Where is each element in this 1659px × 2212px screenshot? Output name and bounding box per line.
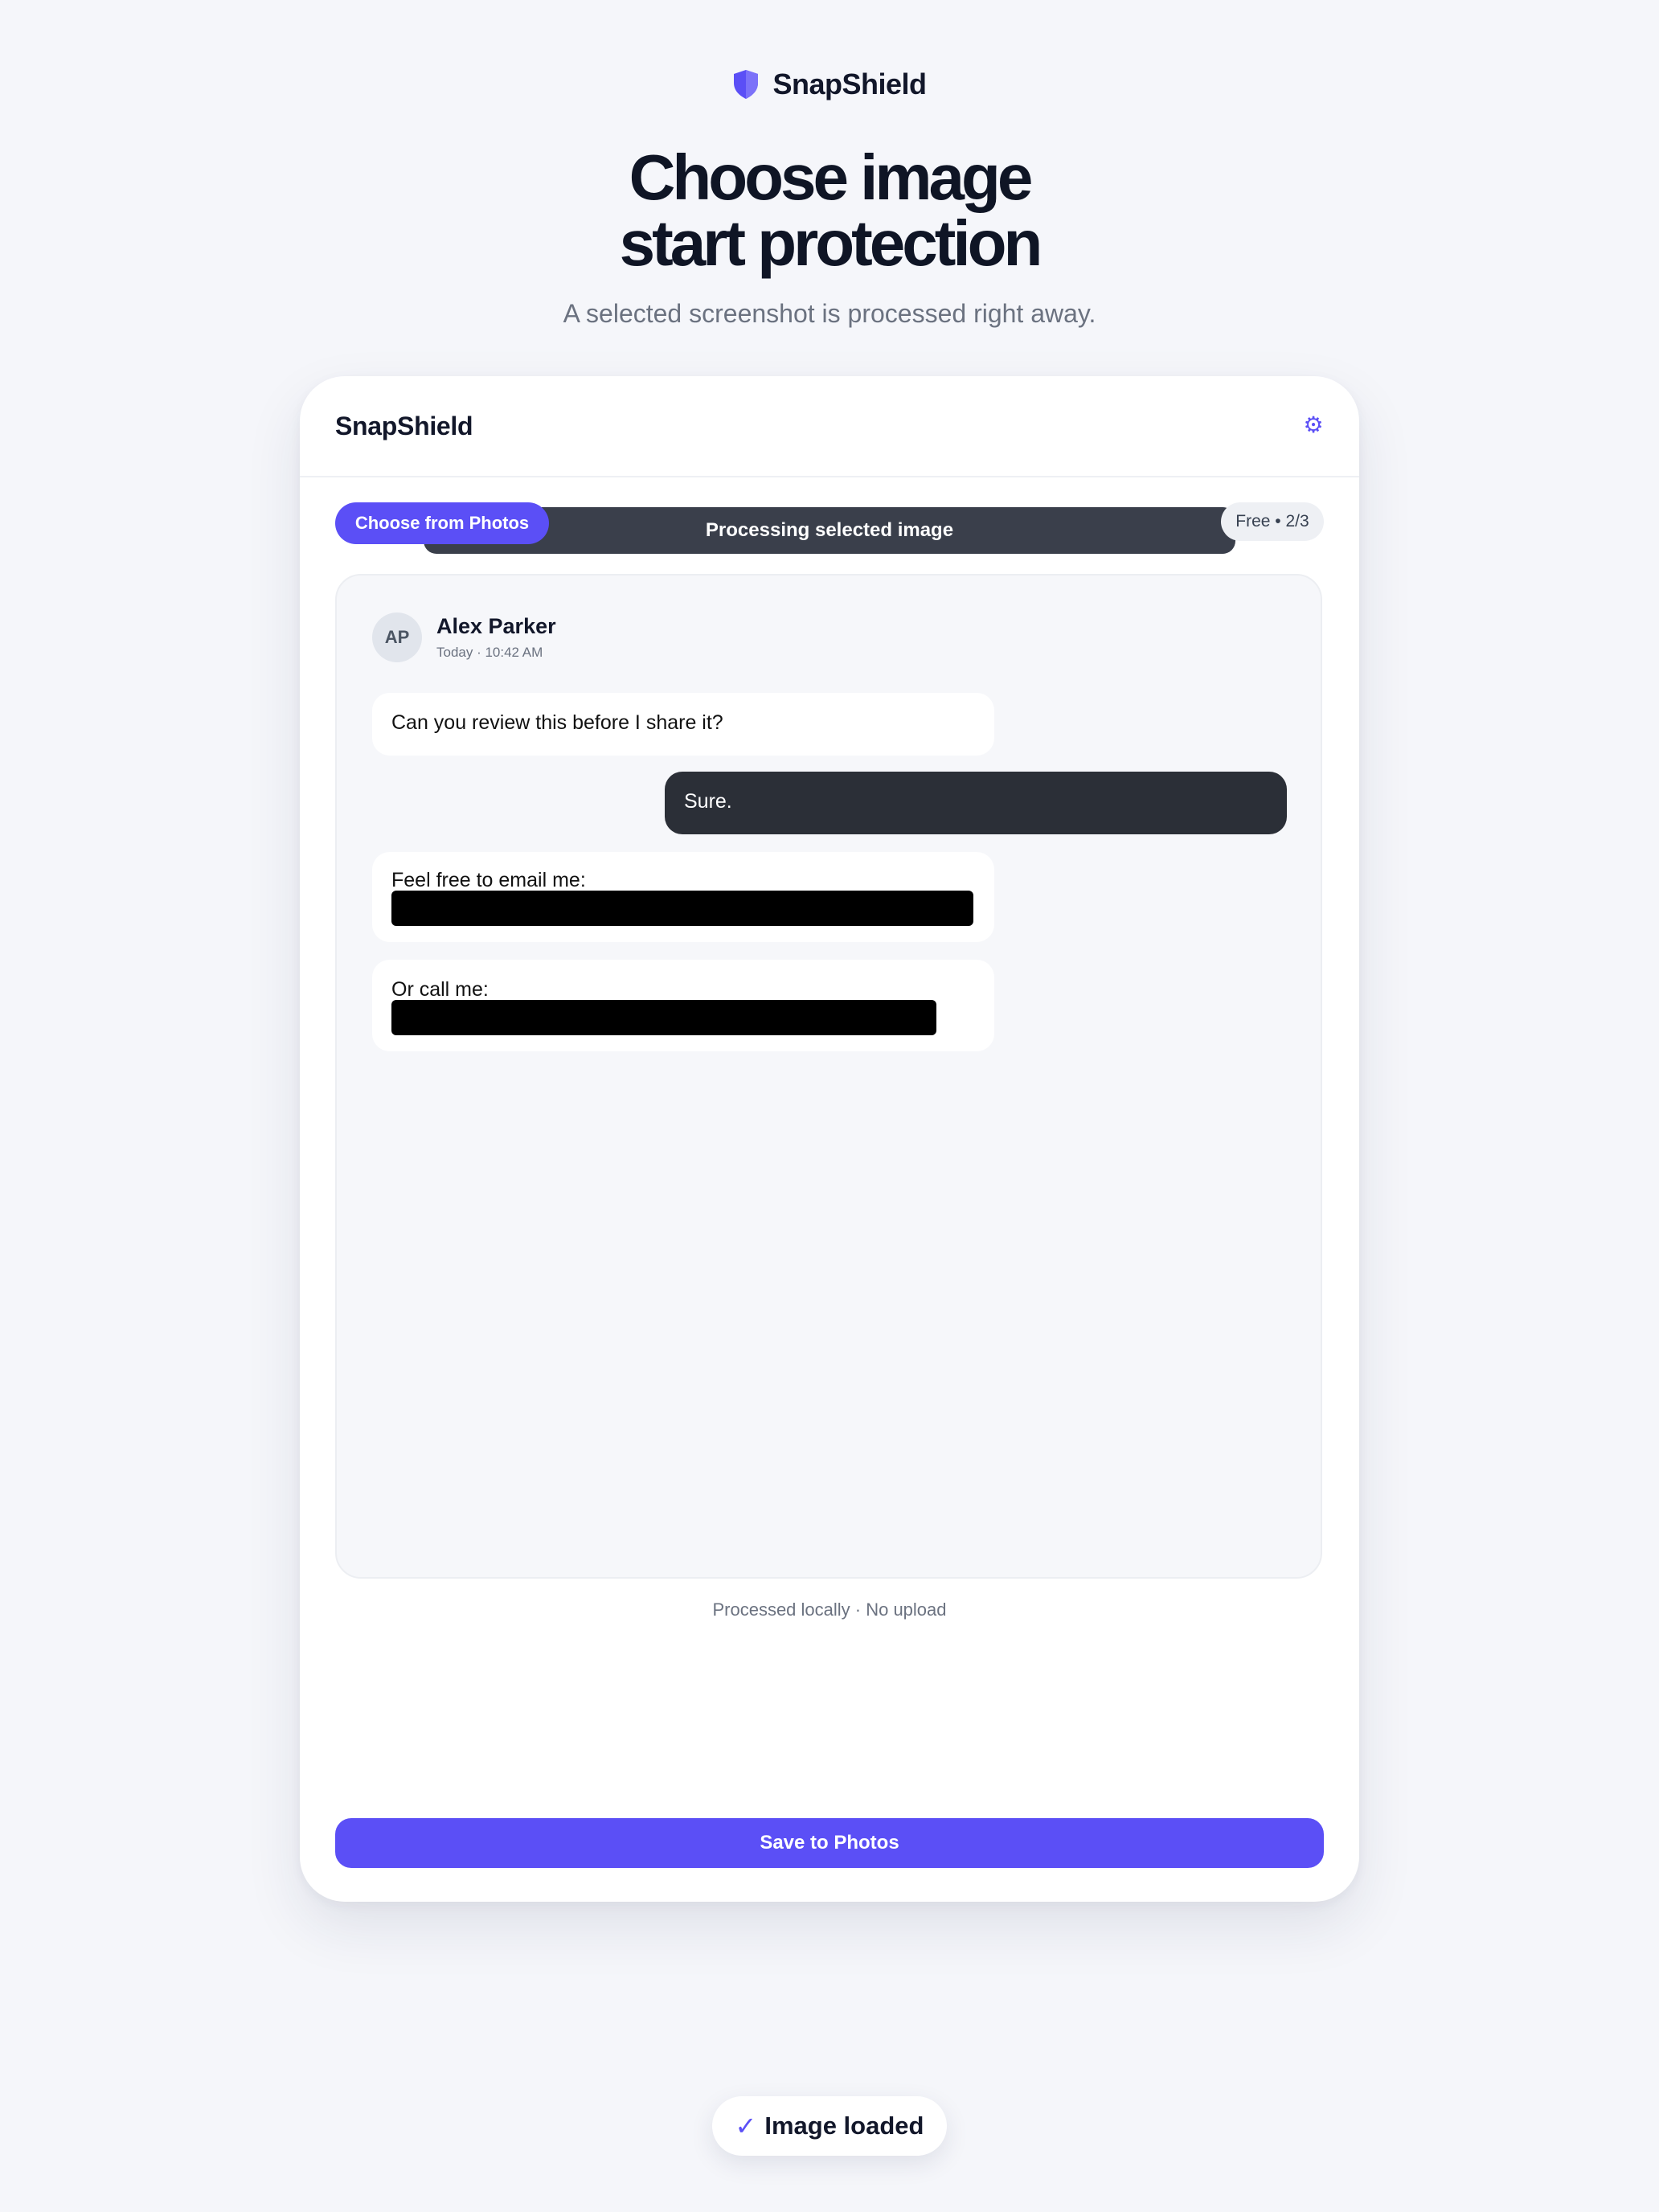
page-subtitle: A selected screenshot is processed right… (563, 299, 1096, 328)
message-text: Feel free to email me: (391, 869, 586, 891)
message-timestamp: Today · 10:42 AM (436, 645, 543, 660)
message-bubble-incoming: Can you review this before I share it? (372, 693, 994, 756)
shield-icon (734, 70, 759, 99)
choose-from-photos-button[interactable]: Choose from Photos (335, 502, 549, 544)
avatar: AP (372, 612, 422, 662)
gear-icon[interactable]: ⚙ (1301, 413, 1325, 437)
screenshot-preview: AP Alex Parker Today · 10:42 AM Can you … (335, 574, 1322, 1579)
status-toast: ✓ Image loaded (712, 2096, 947, 2156)
message-bubble-outgoing: Sure. (665, 772, 1287, 834)
page-title: Choose image start protection (0, 145, 1659, 276)
redaction-box-email (391, 891, 973, 926)
save-to-photos-button[interactable]: Save to Photos (335, 1818, 1324, 1868)
page: SnapShield Choose image start protection… (0, 0, 1659, 2212)
check-icon: ✓ (735, 2112, 757, 2140)
message-text: Or call me: (391, 978, 489, 1001)
toast-text: Image loaded (764, 2112, 924, 2140)
message-text: Can you review this before I share it? (391, 711, 723, 734)
page-title-line2: start protection (619, 207, 1043, 279)
brand-header: SnapShield (0, 68, 1659, 101)
card-title: SnapShield (335, 412, 473, 440)
card-header: SnapShield ⚙ (300, 376, 1359, 477)
redaction-box-phone (391, 1000, 936, 1035)
message-text: Sure. (684, 790, 732, 813)
sender-name: Alex Parker (436, 614, 556, 638)
privacy-note: Processed locally · No upload (712, 1600, 947, 1620)
brand-name: SnapShield (772, 68, 927, 100)
quota-badge: Free • 2/3 (1221, 502, 1324, 541)
app-card: SnapShield ⚙ Processing selected image C… (300, 376, 1359, 1902)
message-bubble-incoming: Feel free to email me: (372, 852, 994, 942)
page-title-line1: Choose image (629, 141, 1034, 213)
message-bubble-incoming: Or call me: (372, 960, 994, 1051)
